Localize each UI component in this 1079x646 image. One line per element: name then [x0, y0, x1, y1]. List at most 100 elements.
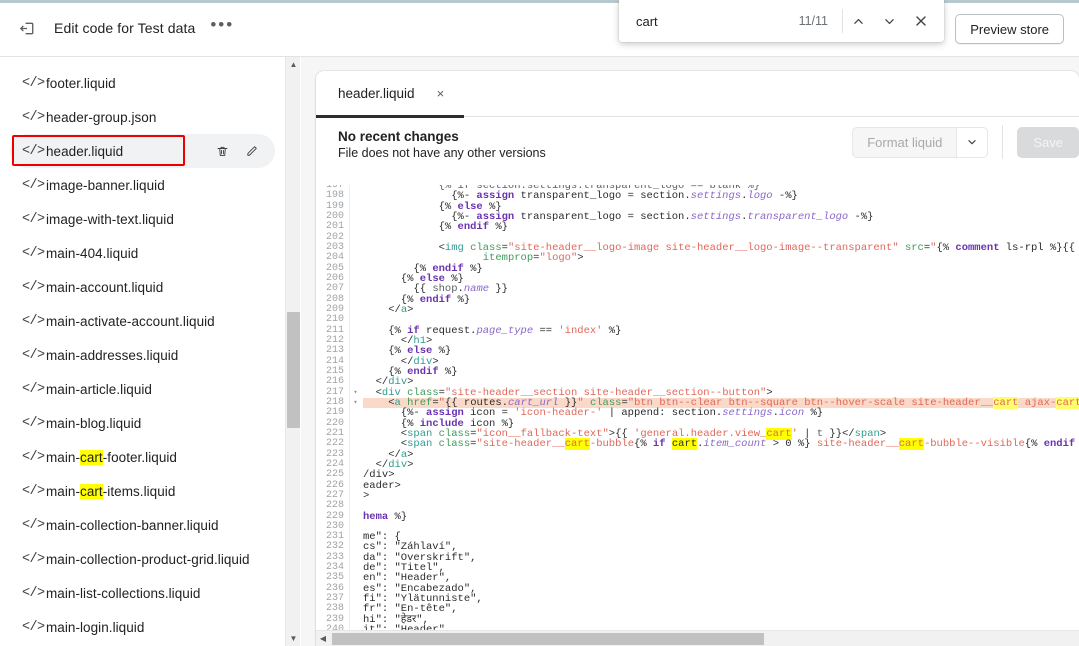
code-hscroll-thumb[interactable]	[332, 632, 764, 645]
file-list-item[interactable]: </> main-account.liquid	[10, 270, 275, 304]
code-horizontal-scrollbar[interactable]: ◀	[316, 630, 1079, 646]
file-list-item[interactable]: </> image-with-text.liquid	[10, 202, 275, 236]
file-list-item[interactable]: </> main-login.liquid	[10, 610, 275, 644]
file-list-item[interactable]: </> main-activate-account.liquid	[10, 304, 275, 338]
editor-panel: header.liquid × No recent changes File d…	[301, 57, 1079, 646]
code-line[interactable]: da": "Overskrift",	[363, 553, 1079, 564]
code-line[interactable]: /div>	[363, 470, 1079, 481]
fold-toggle-icon[interactable]: ▾	[350, 398, 361, 408]
sidebar-scroll-up-icon[interactable]: ▲	[286, 57, 301, 72]
file-name-label: header-group.json	[46, 109, 157, 125]
code-line[interactable]: de": "Titel",	[363, 563, 1079, 574]
file-name-label: main-cart-footer.liquid	[46, 449, 177, 465]
code-line[interactable]: fr": "En-tête",	[363, 604, 1079, 615]
find-match-counter: 11/11	[798, 14, 828, 28]
file-list-item[interactable]: </> header.liquid	[10, 134, 275, 168]
code-line[interactable]: </h1>	[363, 336, 1079, 347]
code-hscroll-track[interactable]	[330, 631, 1079, 646]
app-root: Edit code for Test data ••• Preview stor…	[0, 0, 1079, 646]
code-line[interactable]: eader>	[363, 480, 1079, 491]
code-line[interactable]: </a>	[363, 305, 1079, 316]
tab-label: header.liquid	[338, 86, 415, 101]
code-line[interactable]: {% if request.page_type == 'index' %}	[363, 325, 1079, 336]
code-file-icon: </>	[22, 585, 45, 601]
code-line[interactable]: {% endif %}	[363, 367, 1079, 378]
code-line[interactable]: {% endif %}	[363, 263, 1079, 274]
file-list-item[interactable]: </> main-list-collections.liquid	[10, 576, 275, 610]
code-file-icon: </>	[22, 313, 45, 329]
tab-close-icon[interactable]: ×	[437, 87, 445, 100]
file-name-label: main-activate-account.liquid	[46, 313, 215, 329]
preview-store-button[interactable]: Preview store	[955, 14, 1064, 44]
editor-card: header.liquid × No recent changes File d…	[316, 71, 1079, 646]
code-line[interactable]: </a>	[363, 449, 1079, 460]
format-liquid-button[interactable]: Format liquid	[852, 126, 957, 158]
code-line[interactable]: me": {	[363, 532, 1079, 543]
sidebar-scroll-down-icon[interactable]: ▼	[286, 631, 301, 646]
exit-icon[interactable]	[14, 15, 40, 41]
code-line[interactable]: {% else %}	[363, 346, 1079, 357]
code-content[interactable]: {% if section.settings.transparent_logo …	[361, 185, 1079, 646]
code-line[interactable]: </div>	[363, 356, 1079, 367]
code-file-icon: </>	[22, 143, 45, 159]
file-list-item[interactable]: </> header-group.json	[10, 100, 275, 134]
code-editor[interactable]: 197 198 199 200 201 202 203 204 205 206 207 208 209 2…	[316, 185, 1079, 646]
format-liquid-group[interactable]: Format liquid	[852, 126, 989, 158]
code-scroll-left-icon[interactable]: ◀	[316, 631, 330, 646]
file-list-item[interactable]: </> main-cart-footer.liquid	[10, 440, 275, 474]
sidebar-scrollbar[interactable]: ▲ ▼	[285, 57, 300, 646]
file-list-item[interactable]: </> main-collection-product-grid.liquid	[10, 542, 275, 576]
code-line[interactable]: {% endif %}	[363, 294, 1079, 305]
code-line[interactable]: {{ shop.name }}	[363, 284, 1079, 295]
find-input[interactable]	[619, 7, 749, 35]
recent-changes-bar: No recent changes File does not have any…	[316, 117, 1079, 175]
save-button[interactable]: Save	[1017, 126, 1079, 158]
code-fold-column[interactable]: ▾ ▾	[350, 185, 361, 646]
file-name-label: main-article.liquid	[46, 381, 152, 397]
file-name-label: main-collection-banner.liquid	[46, 517, 219, 533]
line-number: 219	[325, 407, 344, 419]
code-line[interactable]: hi": "हेडर",	[363, 615, 1079, 626]
find-close-icon[interactable]	[905, 6, 936, 36]
code-line[interactable]: hema %}	[363, 511, 1079, 522]
file-list-item[interactable]: </> footer.liquid	[10, 66, 275, 100]
file-list-item[interactable]: </> main-404.liquid	[10, 236, 275, 270]
editor-actions: Format liquid Save	[852, 125, 1079, 159]
tab-header-liquid[interactable]: header.liquid ×	[316, 72, 465, 118]
file-name-label: footer.liquid	[46, 75, 116, 91]
code-file-icon: </>	[22, 109, 45, 125]
file-list-item[interactable]: </> main-blog.liquid	[10, 406, 275, 440]
code-line[interactable]: <span class="site-header__cart-bubble{% …	[363, 438, 1079, 451]
more-options-button[interactable]: •••	[208, 16, 236, 38]
code-line[interactable]: </div>	[363, 460, 1079, 471]
file-list-item[interactable]: </> main-cart-items.liquid	[10, 474, 275, 508]
find-next-icon[interactable]	[874, 6, 905, 36]
pencil-icon[interactable]	[244, 144, 259, 159]
code-line[interactable]: >	[363, 491, 1079, 502]
code-line[interactable]: fi": "Ylätunniste",	[363, 594, 1079, 605]
file-list-item[interactable]: </> main-collection-banner.liquid	[10, 508, 275, 542]
file-name-label: main-login.liquid	[46, 619, 145, 635]
code-line[interactable]: {% endif %}	[363, 222, 1079, 233]
file-list-item[interactable]: </> image-banner.liquid	[10, 168, 275, 202]
code-line[interactable]	[363, 501, 1079, 511]
trash-icon[interactable]	[215, 144, 230, 159]
find-previous-icon[interactable]	[843, 6, 874, 36]
chevron-down-icon[interactable]	[956, 126, 989, 158]
fold-toggle-icon[interactable]: ▾	[350, 388, 361, 398]
file-list-item[interactable]: </> main-article.liquid	[10, 372, 275, 406]
file-name-label: image-with-text.liquid	[46, 211, 174, 227]
sidebar-scroll-thumb[interactable]	[287, 312, 300, 428]
file-list-item[interactable]: </> main-addresses.liquid	[10, 338, 275, 372]
code-line[interactable]	[363, 522, 1079, 532]
